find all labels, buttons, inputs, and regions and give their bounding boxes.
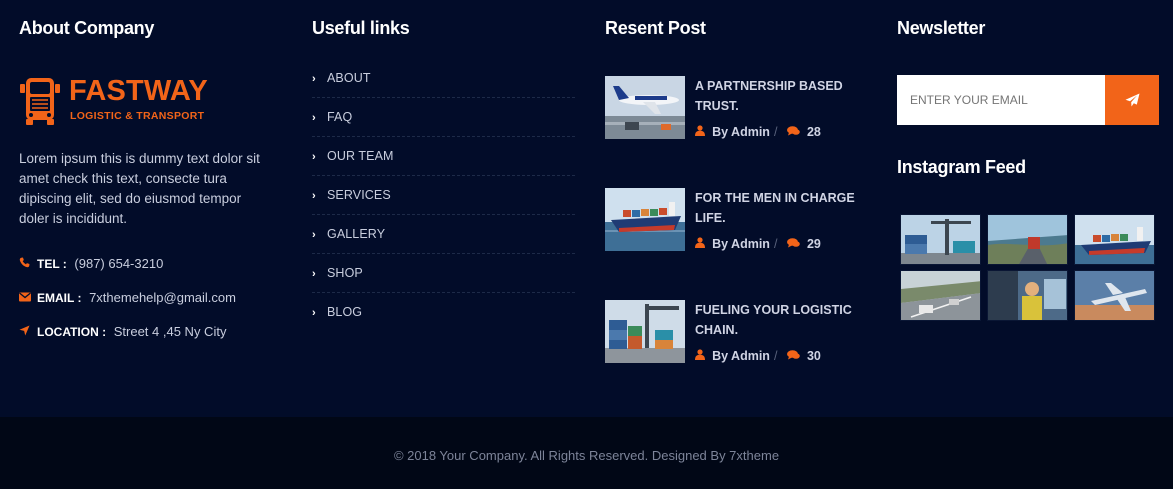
contact-location: LOCATION : Street 4 ,45 Ny City (19, 324, 226, 340)
chevron-right-icon: › (312, 112, 316, 124)
link-gallery[interactable]: › GALLERY (312, 215, 575, 254)
recent-posts-column: Resent Post A PARTNERSHIP BASED TRUST. B… (605, 16, 870, 363)
chevron-right-icon: › (312, 73, 316, 85)
post-item: FOR THE MEN IN CHARGE LIFE. By Admin/ 29 (605, 188, 870, 258)
post-meta: By Admin/ 29 (695, 237, 821, 251)
instagram-image-airplane-sky[interactable] (1074, 270, 1155, 321)
meta-separator: / (773, 349, 778, 363)
chevron-right-icon: › (312, 268, 316, 280)
instagram-image-truck-driver[interactable] (987, 270, 1068, 321)
contact-email-value[interactable]: 7xthemehelp@gmail.com (89, 290, 236, 305)
logo-tagline: LOGISTIC & TRANSPORT (70, 110, 205, 122)
email-input[interactable] (897, 75, 1105, 125)
about-title: About Company (19, 18, 155, 38)
post-thumbnail-container-port[interactable] (605, 300, 685, 363)
newsletter-form (897, 75, 1159, 125)
link-label: GALLERY (327, 227, 386, 241)
contact-email: EMAIL : 7xthemehelp@gmail.com (19, 290, 236, 306)
instagram-image-container-crane[interactable] (900, 214, 981, 265)
location-arrow-icon (19, 325, 32, 341)
comments-icon (786, 350, 803, 363)
newsletter-title: Newsletter (897, 18, 986, 38)
phone-icon (19, 257, 32, 273)
contact-location-label: LOCATION : (37, 325, 107, 339)
user-icon (695, 237, 708, 251)
post-thumbnail-airplane[interactable] (605, 76, 685, 139)
instagram-image-cargo-ship[interactable] (1074, 214, 1155, 265)
comments-icon (786, 238, 803, 251)
chevron-right-icon: › (312, 229, 316, 241)
post-author[interactable]: By Admin (712, 125, 770, 139)
about-text: Lorem ipsum this is dummy text dolor sit… (19, 151, 260, 226)
useful-links-title: Useful links (312, 18, 410, 38)
post-title[interactable]: FOR THE MEN IN CHARGE LIFE. (695, 188, 855, 228)
about-column: About Company FASTWAY LOGISTIC & TRANSPO… (19, 16, 274, 339)
chevron-right-icon: › (312, 307, 316, 319)
contact-email-label: EMAIL : (37, 291, 82, 305)
instagram-image-coastal-road-truck[interactable] (987, 214, 1068, 265)
link-label: ABOUT (327, 71, 371, 85)
link-shop[interactable]: › SHOP (312, 254, 575, 293)
user-icon (695, 349, 708, 363)
post-item: FUELING YOUR LOGISTIC CHAIN. By Admin/ 3… (605, 300, 870, 370)
link-our-team[interactable]: › OUR TEAM (312, 137, 575, 176)
footer-main: About Company FASTWAY LOGISTIC & TRANSPO… (0, 0, 1173, 417)
instagram-title: Instagram Feed (897, 157, 1026, 177)
link-label: OUR TEAM (327, 149, 394, 163)
link-label: BLOG (327, 305, 363, 319)
contact-tel-value[interactable]: (987) 654-3210 (74, 256, 163, 271)
instagram-image-highway-traffic[interactable] (900, 270, 981, 321)
logo-name: FASTWAY (69, 75, 208, 107)
post-comment-count[interactable]: 29 (807, 237, 821, 251)
contact-tel-label: TEL : (37, 257, 67, 271)
post-item: A PARTNERSHIP BASED TRUST. By Admin/ 28 (605, 76, 870, 146)
useful-links-list: › ABOUT › FAQ › OUR TEAM › SERVICES › GALLERY… (312, 59, 575, 332)
recent-posts-title: Resent Post (605, 18, 706, 38)
meta-separator: / (773, 125, 778, 139)
post-meta: By Admin/ 28 (695, 125, 821, 139)
post-thumbnail-ship[interactable] (605, 188, 685, 251)
meta-separator: / (773, 237, 778, 251)
link-label: FAQ (327, 110, 353, 124)
newsletter-column: Newsletter Instagram Feed (897, 16, 1162, 321)
user-icon (695, 125, 708, 139)
comments-icon (786, 126, 803, 139)
envelope-icon (19, 291, 32, 307)
footer-bottom-bar: © 2018 Your Company. All Rights Reserved… (0, 417, 1173, 489)
link-about[interactable]: › ABOUT (312, 59, 575, 98)
logo[interactable]: FASTWAY LOGISTIC & TRANSPORT (19, 75, 249, 127)
contact-location-value: Street 4 ,45 Ny City (113, 324, 227, 339)
link-blog[interactable]: › BLOG (312, 293, 575, 332)
truck-icon (20, 78, 60, 125)
link-faq[interactable]: › FAQ (312, 98, 575, 137)
copyright-text: © 2018 Your Company. All Rights Reserved… (393, 448, 780, 463)
subscribe-button[interactable] (1105, 75, 1159, 125)
contact-tel: TEL : (987) 654-3210 (19, 256, 163, 272)
link-label: SHOP (327, 266, 363, 280)
chevron-right-icon: › (312, 190, 316, 202)
post-author[interactable]: By Admin (712, 349, 770, 363)
post-author[interactable]: By Admin (712, 237, 770, 251)
link-services[interactable]: › SERVICES (312, 176, 575, 215)
paper-plane-icon (1125, 93, 1139, 107)
link-label: SERVICES (327, 188, 391, 202)
chevron-right-icon: › (312, 151, 316, 163)
post-title[interactable]: FUELING YOUR LOGISTIC CHAIN. (695, 300, 855, 340)
post-comment-count[interactable]: 28 (807, 125, 821, 139)
post-meta: By Admin/ 30 (695, 349, 821, 363)
useful-links-column: Useful links › ABOUT › FAQ › OUR TEAM › SERV… (312, 16, 575, 319)
post-title[interactable]: A PARTNERSHIP BASED TRUST. (695, 76, 855, 116)
post-comment-count[interactable]: 30 (807, 349, 821, 363)
